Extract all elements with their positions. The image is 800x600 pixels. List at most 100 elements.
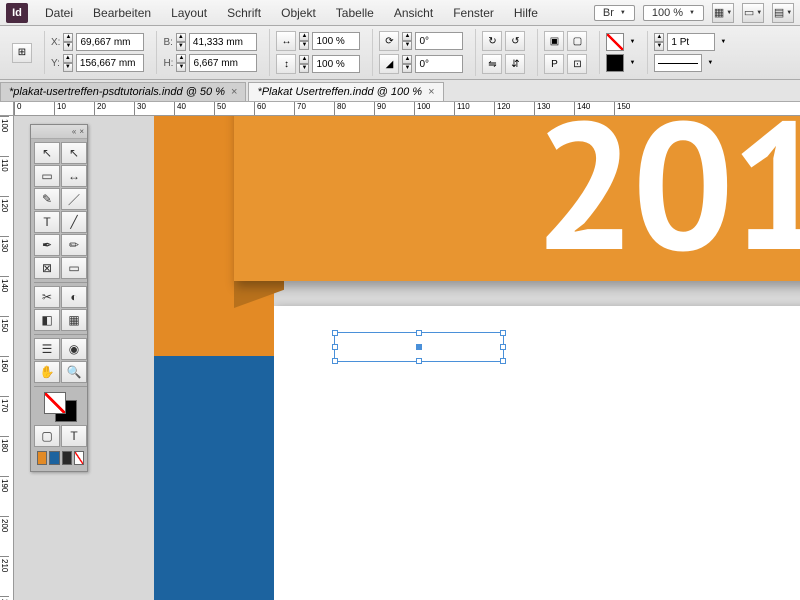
h-input[interactable]: 6,667 mm [189, 54, 257, 72]
collapse-icon[interactable]: « [72, 127, 76, 136]
fit-icon[interactable]: ⊡ [567, 54, 587, 74]
pen-tool[interactable]: ✒ [34, 234, 60, 256]
menu-tabelle[interactable]: Tabelle [327, 3, 383, 23]
panel-header[interactable]: «× [31, 125, 87, 139]
fill-swatch-none[interactable] [606, 33, 624, 51]
apply-fill-tool[interactable]: ▢ [34, 425, 60, 447]
w-input[interactable]: 41,333 mm [189, 33, 257, 51]
flip-h-icon[interactable]: ⇋ [482, 54, 502, 74]
gap-tool[interactable]: ↔ [61, 165, 87, 187]
eyedropper-tool[interactable]: ◉ [61, 338, 87, 360]
y-input[interactable]: 156,667 mm [76, 54, 144, 72]
rotate-ccw-icon[interactable]: ↺ [505, 31, 525, 51]
page-tool[interactable]: ▭ [34, 165, 60, 187]
handle-tr[interactable] [500, 330, 506, 336]
x-spinner[interactable]: ▲▼ [63, 33, 73, 51]
handle-bl[interactable] [332, 358, 338, 364]
handle-br[interactable] [500, 358, 506, 364]
tab-doc-2[interactable]: *Plakat Usertreffen.indd @ 100 %× [248, 82, 443, 101]
menu-schrift[interactable]: Schrift [218, 3, 270, 23]
content-collector-tool[interactable]: ✎ [34, 188, 60, 210]
free-transform-tool[interactable]: ◐ [61, 286, 87, 308]
chevron-down-icon[interactable]: ▼ [629, 39, 635, 45]
shear-spinner[interactable]: ▲▼ [402, 55, 412, 73]
handle-ml[interactable] [332, 344, 338, 350]
stroke-swatch-black[interactable] [606, 54, 624, 72]
select-container-icon[interactable]: ▣ [544, 31, 564, 51]
line-tool[interactable]: ╱ [61, 211, 87, 233]
scissors-tool[interactable]: ✂ [34, 286, 60, 308]
gradient-swatch-tool[interactable]: ◧ [34, 309, 60, 331]
scale-y-spinner[interactable]: ▲▼ [299, 55, 309, 73]
fill-color[interactable] [44, 392, 66, 414]
content-placer-tool[interactable]: ／ [61, 188, 87, 210]
rotate-cw-icon[interactable]: ↻ [482, 31, 502, 51]
bridge-button[interactable]: Br▼ [594, 5, 635, 21]
menu-objekt[interactable]: Objekt [272, 3, 325, 23]
stroke-weight-input[interactable]: 1 Pt [667, 33, 715, 51]
menu-layout[interactable]: Layout [162, 3, 216, 23]
gradient-feather-tool[interactable]: ▦ [61, 309, 87, 331]
pencil-tool[interactable]: ✏ [61, 234, 87, 256]
fill-stroke-indicator[interactable] [34, 390, 87, 424]
swatch-blue[interactable] [49, 451, 59, 465]
screen-mode-icon[interactable]: ▭▼ [742, 3, 764, 23]
canvas[interactable]: 201 [14, 116, 800, 600]
selection-tool[interactable]: ↖ [34, 142, 60, 164]
close-icon[interactable]: × [79, 127, 84, 136]
swatch-dark[interactable] [62, 451, 72, 465]
headline-text[interactable]: 201 [534, 116, 800, 299]
rectangle-frame-tool[interactable]: ⊠ [34, 257, 60, 279]
swatch-none[interactable] [74, 451, 84, 465]
flip-v-icon[interactable]: ⇵ [505, 54, 525, 74]
direct-selection-tool[interactable]: ↖ [61, 142, 87, 164]
handle-tc[interactable] [416, 330, 422, 336]
hand-tool[interactable]: ✋ [34, 361, 60, 383]
blue-block[interactable] [154, 346, 274, 600]
chevron-down-icon[interactable]: ▼ [629, 60, 635, 66]
y-spinner[interactable]: ▲▼ [63, 54, 73, 72]
rotate-spinner[interactable]: ▲▼ [402, 32, 412, 50]
handle-mr[interactable] [500, 344, 506, 350]
select-content-icon[interactable]: ▢ [567, 31, 587, 51]
zoom-tool[interactable]: 🔍 [61, 361, 87, 383]
chevron-down-icon[interactable]: ▼ [707, 60, 713, 66]
rectangle-tool[interactable]: ▭ [61, 257, 87, 279]
apply-text-tool[interactable]: T [61, 425, 87, 447]
ruler-vertical[interactable]: 100110120130140150160170180190200210220 [0, 116, 14, 600]
menu-bearbeiten[interactable]: Bearbeiten [84, 3, 160, 23]
ruler-origin[interactable] [0, 102, 14, 116]
ruler-horizontal[interactable]: 0102030405060708090100110120130140150 [14, 102, 800, 116]
view-mode-icon[interactable]: ▦▼ [712, 3, 734, 23]
swatch-orange[interactable] [37, 451, 47, 465]
shear-input[interactable]: 0° [415, 55, 463, 73]
handle-tl[interactable] [332, 330, 338, 336]
stroke-spinner[interactable]: ▲▼ [654, 33, 664, 51]
zoom-level[interactable]: 100 %▼ [643, 5, 704, 21]
scale-y-input[interactable]: 100 % [312, 55, 360, 73]
scale-x-input[interactable]: 100 % [312, 32, 360, 50]
rotate-input[interactable]: 0° [415, 32, 463, 50]
menu-ansicht[interactable]: Ansicht [385, 3, 442, 23]
note-tool[interactable]: ☰ [34, 338, 60, 360]
arrange-icon[interactable]: ▤▼ [772, 3, 794, 23]
p-icon[interactable]: P [544, 54, 564, 74]
close-icon[interactable]: × [428, 86, 434, 98]
menu-datei[interactable]: Datei [36, 3, 82, 23]
handle-center[interactable] [416, 344, 422, 350]
selection-frame[interactable] [334, 332, 504, 362]
x-input[interactable]: 69,667 mm [76, 33, 144, 51]
tab-doc-1[interactable]: *plakat-usertreffen-psdtutorials.indd @ … [0, 82, 246, 101]
handle-bc[interactable] [416, 358, 422, 364]
menu-fenster[interactable]: Fenster [444, 3, 503, 23]
close-icon[interactable]: × [231, 86, 237, 98]
menu-hilfe[interactable]: Hilfe [505, 3, 547, 23]
w-spinner[interactable]: ▲▼ [176, 33, 186, 51]
stroke-style-input[interactable] [654, 54, 702, 72]
scale-x-icon: ↔ [276, 31, 296, 51]
type-tool[interactable]: T [34, 211, 60, 233]
reference-point-icon[interactable]: ⊞ [12, 43, 32, 63]
chevron-down-icon[interactable]: ▼ [720, 39, 726, 45]
scale-x-spinner[interactable]: ▲▼ [299, 32, 309, 50]
h-spinner[interactable]: ▲▼ [176, 54, 186, 72]
